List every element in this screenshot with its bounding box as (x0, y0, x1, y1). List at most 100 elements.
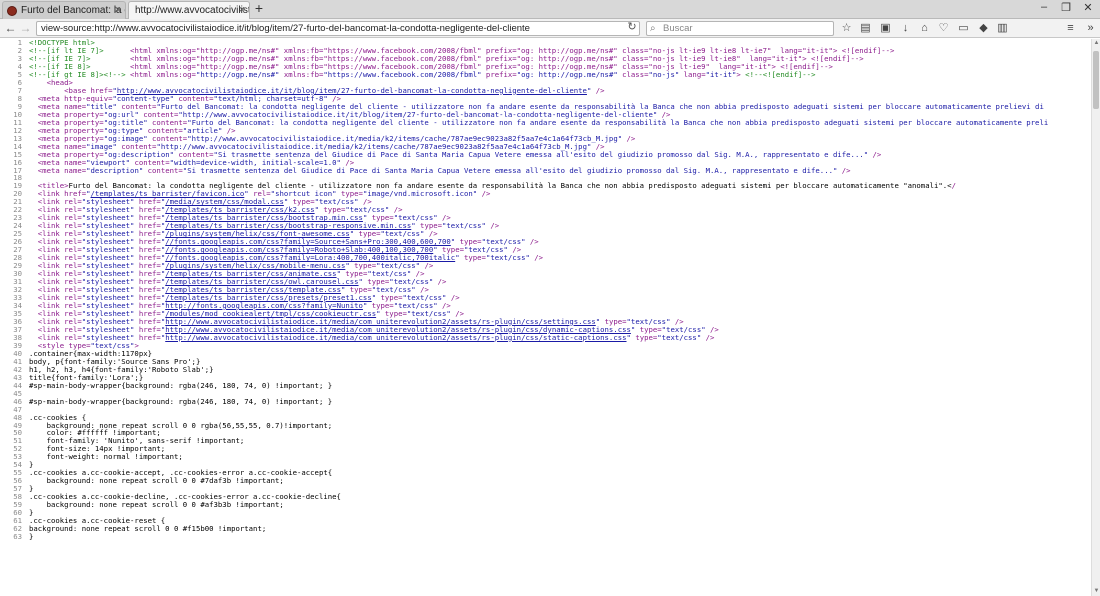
source-line: 49 background: none repeat scroll 0 0 rg… (0, 421, 1091, 430)
scrollbar-thumb[interactable] (1093, 51, 1099, 109)
source-line: 59 background: none repeat scroll 0 0 #a… (0, 501, 1091, 509)
sidebar-icon[interactable]: ▥ (996, 22, 1009, 35)
code-token: <html (130, 69, 157, 79)
line-code: background: none repeat scroll 0 0 #af3b… (29, 501, 284, 509)
code-token: /> (525, 237, 539, 247)
scroll-up-icon[interactable]: ▲ (1092, 39, 1100, 48)
code-token: " (455, 253, 464, 263)
code-token: xmlns:fb= (283, 69, 324, 79)
reload-icon[interactable]: ↻ (626, 21, 638, 34)
source-line: 47 (0, 405, 1091, 414)
code-token: "og: http://ogp.me/ns#" (516, 69, 623, 79)
url-bar[interactable]: view-source:http://www.avvocatocivilista… (36, 21, 640, 36)
code-token: /> (622, 133, 636, 143)
source-link[interactable]: http://www.avvocatocivilistaiodice.it/me… (165, 333, 626, 342)
code-token: href= (138, 332, 161, 342)
source-line: 17 <meta name="description" content="Si … (0, 165, 1091, 175)
code-token: name= (64, 165, 87, 175)
close-window-button[interactable]: ✕ (1080, 1, 1096, 14)
source-line: 38 <link rel="stylesheet" href="http://w… (0, 332, 1091, 342)
tab-title: http://www.avvocatocivilistai... (135, 5, 249, 16)
site-favicon-icon (7, 6, 17, 16)
code-token: /> (837, 165, 851, 175)
view-source-content: 1 <!DOCTYPE html> 2 <!--[if lt IE 7]> <html… (0, 39, 1091, 596)
menu-icon[interactable]: ≡ (1064, 22, 1077, 35)
close-tab-icon[interactable]: × (115, 4, 121, 16)
tab-strip: Furto del Bancomat: la co... × http://ww… (0, 0, 1100, 19)
dropbox-icon[interactable]: ◆ (977, 22, 990, 35)
code-token: /> (868, 149, 882, 159)
line-code: background: none repeat scroll 0 0 #7daf… (29, 477, 284, 485)
source-line: 42 h1, h2, h3, h4{font-family:'Roboto Sla… (0, 365, 1091, 374)
code-token: xmlns:og= (156, 69, 196, 79)
pocket-icon[interactable]: ♡ (937, 22, 950, 35)
code-token: type= (635, 332, 658, 342)
code-token: prefix= (485, 69, 517, 79)
forward-button[interactable]: → (18, 21, 33, 36)
code-token: content= (147, 165, 183, 175)
source-line: 56 background: none repeat scroll 0 0 #7… (0, 477, 1091, 485)
search-placeholder: Buscar (663, 23, 693, 34)
line-code: <meta name="description" content="Si tra… (29, 165, 851, 175)
code-token: lang= (683, 69, 706, 79)
source-line: 53 font-weight: normal !important; (0, 453, 1091, 461)
code-token: "text/css" (657, 332, 702, 342)
star-icon[interactable]: ☆ (840, 22, 853, 35)
tab-title: Furto del Bancomat: la co... (21, 5, 125, 16)
code-token: "http://ogp.me/ns#" (195, 69, 284, 79)
scroll-down-icon[interactable]: ▼ (1092, 587, 1100, 596)
home-icon[interactable]: ⌂ (918, 22, 931, 35)
line-code: font-weight: normal !important; (29, 453, 183, 461)
code-token: #sp-main-body-wrapper{background: rgba(2… (29, 396, 333, 406)
line-code: <!--[if gt IE 8]><!--> <html xmlns:og="h… (29, 69, 816, 79)
code-token: "Furto del Bancomat: la condotta neglige… (187, 117, 1049, 127)
line-number: 63 (13, 532, 22, 542)
download-icon[interactable]: ↓ (899, 22, 912, 35)
code-token: "Si trasmette sentenza del Giudice di Pa… (182, 165, 838, 175)
source-line: 62 background: none repeat scroll 0 0 #f1… (0, 525, 1091, 533)
code-token: /> (591, 85, 605, 95)
code-token: /> (529, 253, 544, 263)
new-tab-button[interactable]: + (252, 1, 266, 16)
source-line: 44 #sp-main-body-wrapper{background: rgba… (0, 380, 1091, 390)
line-code: background: none repeat scroll 0 0 #f15b… (29, 525, 266, 533)
maximize-button[interactable]: ❐ (1058, 1, 1074, 14)
code-token: background: none repeat scroll 0 0 #af3b… (29, 500, 284, 510)
vertical-scrollbar[interactable]: ▲ ▼ (1091, 39, 1100, 596)
code-token: /> (477, 189, 491, 199)
back-button[interactable]: ← (3, 21, 18, 36)
code-token: <meta (29, 165, 65, 175)
line-code: #sp-main-body-wrapper{background: rgba(2… (29, 396, 333, 406)
code-token: class= (622, 69, 649, 79)
close-tab-icon[interactable]: × (239, 4, 245, 16)
minimize-button[interactable]: – (1036, 1, 1052, 13)
code-token: type= (463, 253, 486, 263)
search-input[interactable]: ⌕ Buscar (646, 21, 834, 36)
code-token: background: none repeat scroll 0 0 #7daf… (29, 476, 284, 486)
tab-furto-bancomat[interactable]: Furto del Bancomat: la co... × (2, 1, 126, 19)
line-code: } (29, 533, 33, 541)
source-line: 63} (0, 533, 1091, 541)
code-token: "text/css" (485, 253, 530, 263)
chat-icon[interactable]: ▭ (957, 22, 970, 35)
code-token: background: none repeat scroll 0 0 #f15b… (29, 524, 267, 534)
code-token: #sp-main-body-wrapper{background: rgba(2… (29, 380, 333, 390)
code-token: " (626, 332, 636, 342)
source-line: 39 <style type="text/css"> (0, 341, 1091, 350)
code-token: } (29, 532, 34, 542)
code-token: /> (701, 332, 715, 342)
code-token: <!--<![endif]--> (745, 69, 816, 79)
code-token: "no-js" (648, 69, 684, 79)
nav-toolbar: ← → view-source:http://www.avvocatocivil… (0, 19, 1100, 38)
lock-icon[interactable]: ▣ (879, 22, 892, 35)
tab-view-source[interactable]: http://www.avvocatocivilistai... × (128, 1, 250, 19)
code-token: "text/css" (442, 221, 486, 231)
source-line: 46 #sp-main-body-wrapper{background: rgba… (0, 396, 1091, 406)
source-line: 5 <!--[if gt IE 8]><!--> <html xmlns:og="… (0, 69, 1091, 79)
line-code: #sp-main-body-wrapper{background: rgba(2… (29, 380, 333, 390)
search-icon: ⌕ (650, 23, 656, 34)
reader-icon[interactable]: ▤ (859, 22, 872, 35)
overflow-icon[interactable]: » (1084, 22, 1097, 35)
code-token: "image/vnd.microsoft.icon" (362, 189, 478, 199)
code-token: "description" (86, 165, 148, 175)
